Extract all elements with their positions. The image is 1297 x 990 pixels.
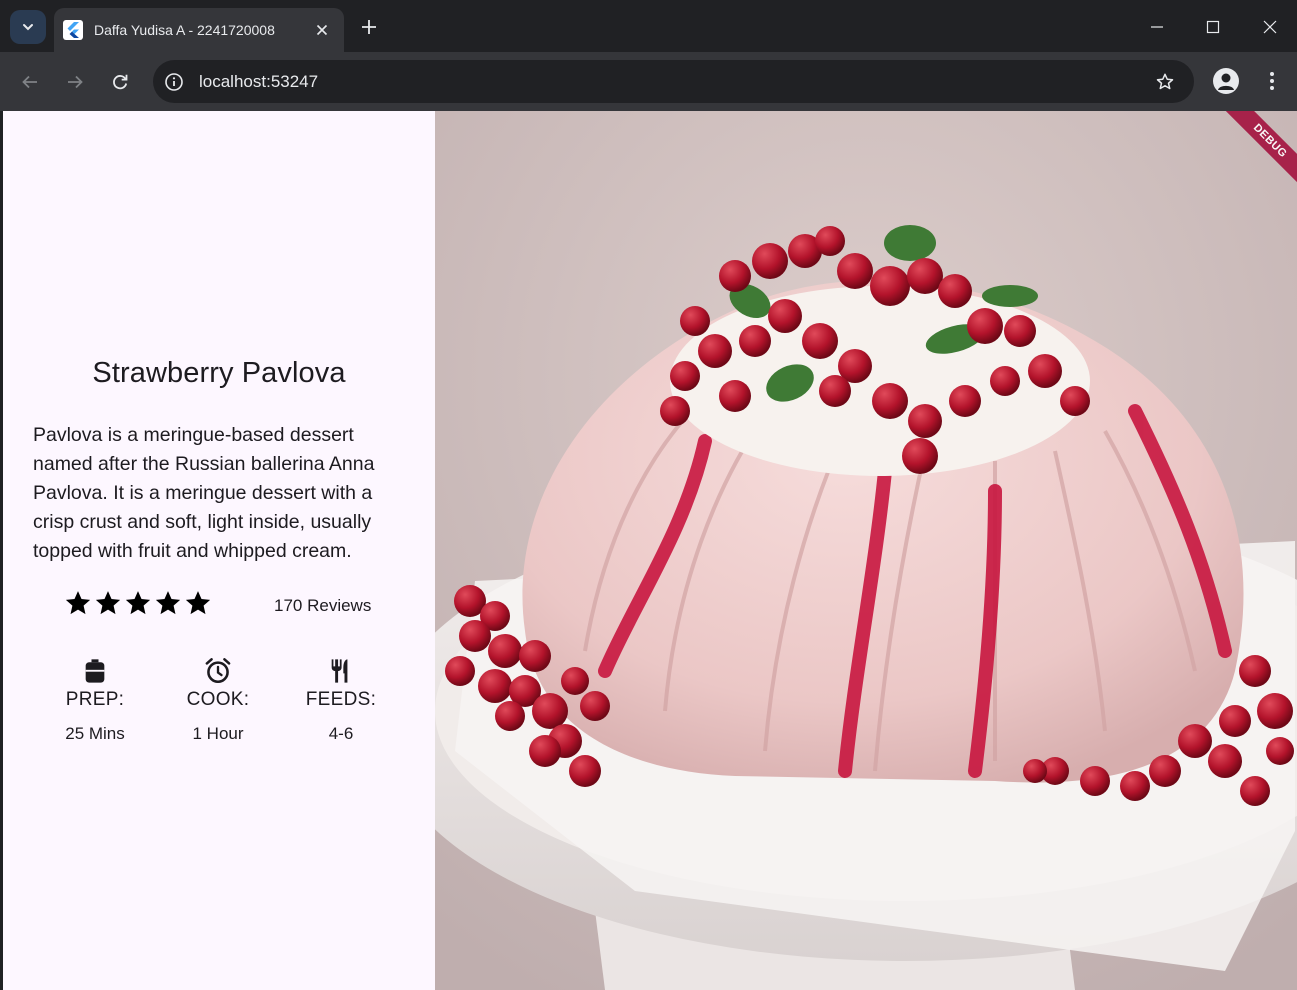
cook-label: COOK: [186, 689, 250, 710]
profile-avatar-icon[interactable] [1213, 68, 1239, 94]
cook-info: COOK: 1 Hour [158, 657, 278, 744]
prep-info: PREP: 25 Mins [35, 657, 155, 744]
restaurant-icon [331, 659, 348, 683]
reload-icon [113, 74, 128, 90]
url-text[interactable]: localhost:53247 [199, 72, 1153, 92]
recipe-photo: DEBUG [435, 111, 1297, 990]
tab-strip: Daffa Yudisa A - 2241720008 [0, 0, 1297, 52]
flutter-icon [63, 20, 83, 40]
feeds-info: FEEDS: 4-6 [281, 657, 401, 744]
feeds-value: 4-6 [328, 724, 354, 743]
forward-button[interactable] [60, 67, 90, 97]
recipe-description: Pavlova is a meringue-based dessert name… [33, 424, 375, 562]
recipe-title: Strawberry Pavlova [92, 357, 346, 389]
browser-toolbar: localhost:53247 [0, 52, 1297, 111]
close-icon [316, 24, 328, 36]
arrow-left-icon [22, 75, 37, 89]
feeds-label: FEEDS: [305, 689, 377, 710]
new-tab-button[interactable] [356, 14, 382, 40]
star-icon [95, 591, 121, 615]
star-icon [65, 591, 91, 615]
pavlova-image [435, 111, 1297, 990]
window-close-button[interactable] [1257, 14, 1283, 40]
timer-icon [205, 658, 231, 684]
back-button[interactable] [15, 67, 45, 97]
reviews-count: 170 Reviews [274, 596, 372, 615]
minimize-button[interactable] [1144, 14, 1170, 40]
more-vert-icon[interactable] [1260, 68, 1284, 94]
cook-value: 1 Hour [192, 724, 244, 743]
prep-value: 25 Mins [65, 724, 125, 743]
star-icon [125, 591, 151, 615]
plus-icon [362, 20, 376, 34]
prep-label: PREP: [65, 689, 125, 710]
recipe-info-panel: Strawberry Pavlova Pavlova is a meringue… [3, 111, 435, 990]
tab-search-button[interactable] [10, 10, 46, 44]
kitchen-icon [85, 659, 105, 683]
maximize-button[interactable] [1200, 14, 1226, 40]
bookmark-star-icon[interactable] [1153, 70, 1177, 94]
active-tab[interactable]: Daffa Yudisa A - 2241720008 [54, 8, 344, 52]
minimize-icon [1151, 26, 1163, 28]
tab-close-button[interactable] [312, 20, 332, 40]
star-icon [185, 591, 211, 615]
site-info-icon[interactable] [163, 71, 185, 93]
star-rating [64, 589, 212, 617]
ratings-row: 170 Reviews [3, 589, 435, 623]
close-icon [1263, 20, 1277, 34]
chevron-down-icon [23, 24, 33, 31]
page-viewport: Strawberry Pavlova Pavlova is a meringue… [3, 111, 1297, 990]
maximize-icon [1206, 20, 1220, 34]
star-icon [155, 591, 181, 615]
tab-title: Daffa Yudisa A - 2241720008 [94, 22, 275, 38]
address-bar[interactable]: localhost:53247 [153, 60, 1194, 103]
arrow-right-icon [68, 75, 83, 89]
reload-button[interactable] [105, 67, 135, 97]
